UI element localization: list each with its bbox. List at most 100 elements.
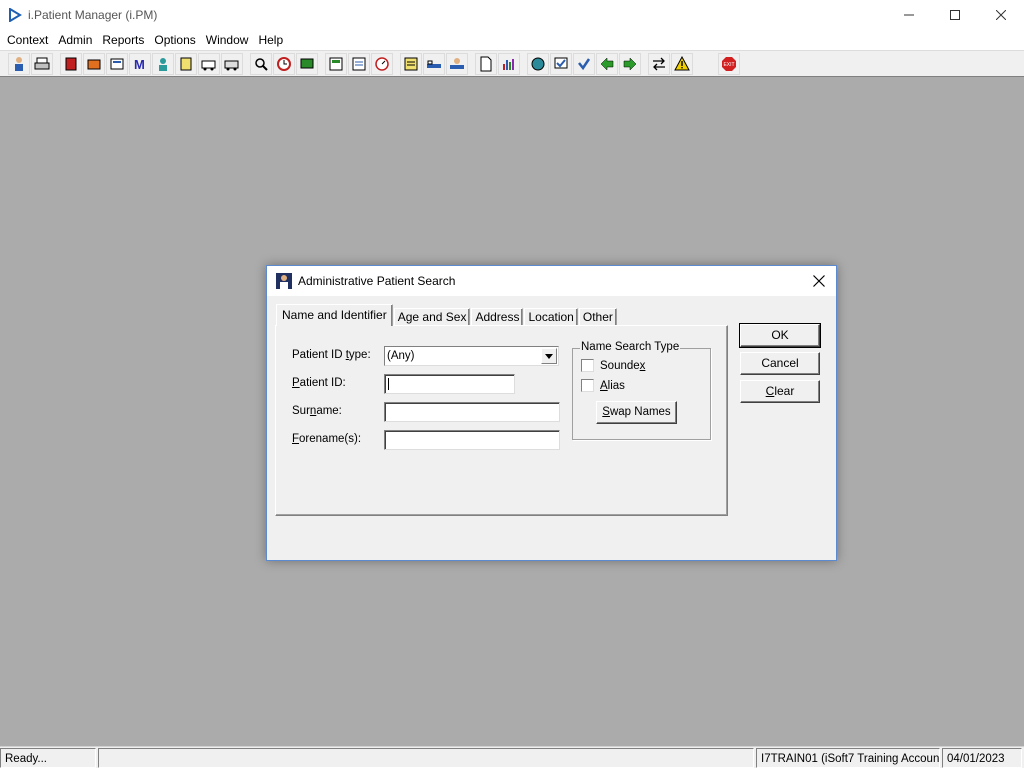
checklist-icon (578, 57, 591, 70)
globe-button[interactable] (527, 52, 549, 75)
check-icon (554, 57, 568, 68)
menu-context[interactable]: Context (2, 30, 53, 50)
name-search-type-legend: Name Search Type (580, 341, 681, 353)
dial-icon (375, 56, 389, 71)
search-tabs: Name and Identifier Age and Sex Address … (276, 304, 618, 326)
register-button[interactable] (106, 52, 128, 75)
person-icon (159, 57, 167, 71)
patient-id-input[interactable] (384, 374, 515, 394)
green-arrows-button[interactable] (596, 52, 618, 75)
menu-admin[interactable]: Admin (53, 30, 97, 50)
main-toolbar: M EXIT (0, 50, 1024, 77)
bed-button[interactable] (423, 52, 445, 75)
name-identifier-panel: Patient ID type: (Any) Patient ID: Surna… (275, 325, 728, 516)
warning-button[interactable] (671, 52, 693, 75)
menu-reports[interactable]: Reports (97, 30, 149, 50)
app-titlebar: i.Patient Manager (i.PM) (0, 0, 1024, 30)
text-cursor (388, 378, 389, 390)
ambulance-button[interactable] (198, 52, 220, 75)
print-button[interactable] (31, 52, 53, 75)
forenames-label: Forename(s): (292, 433, 362, 445)
search-record-icon (255, 57, 268, 71)
bar-chart-button[interactable] (498, 52, 520, 75)
notes-button[interactable] (175, 52, 197, 75)
menu-options[interactable]: Options (149, 30, 200, 50)
surname-input[interactable] (384, 402, 560, 422)
tab-name-and-identifier[interactable]: Name and Identifier (276, 304, 393, 326)
green-arrows-icon (600, 56, 614, 71)
menu-window[interactable]: Window (201, 30, 254, 50)
transfer-icon (224, 60, 239, 70)
tab-other[interactable]: Other (578, 308, 617, 326)
tab-address[interactable]: Address (471, 308, 524, 326)
alias-label: Alias (600, 379, 625, 392)
patient-id-label: Patient ID: (292, 377, 346, 389)
minimize-icon (904, 14, 914, 16)
printer-icon (34, 57, 50, 69)
document-button[interactable] (475, 52, 497, 75)
patient-icon (15, 56, 23, 71)
patient-button[interactable] (8, 52, 30, 75)
clock-icon (277, 56, 291, 71)
soundex-label: Soundex (600, 359, 646, 372)
tab-location[interactable]: Location (524, 308, 578, 326)
dialog-close-button[interactable] (808, 270, 830, 292)
exit-button[interactable]: EXIT (718, 52, 740, 75)
maximize-icon (950, 10, 960, 20)
bed-icon (427, 60, 441, 68)
dropdown-button[interactable] (541, 348, 557, 364)
soundex-checkbox[interactable]: Soundex (581, 359, 645, 372)
ok-button[interactable]: OK (739, 323, 821, 348)
transfer-button[interactable] (221, 52, 243, 75)
surname-label: Surname: (292, 405, 342, 417)
register-icon (110, 58, 124, 69)
m-button[interactable]: M (129, 52, 151, 75)
dialog-titlebar: Administrative Patient Search (267, 266, 836, 296)
patient-id-type-select[interactable]: (Any) (384, 346, 559, 366)
book-icon (65, 57, 77, 70)
menu-help[interactable]: Help (253, 30, 288, 50)
screen-button[interactable] (296, 52, 318, 75)
refresh-button[interactable] (619, 52, 641, 75)
cancel-button[interactable]: Cancel (740, 352, 820, 375)
close-window-button[interactable] (978, 0, 1024, 30)
chart-button[interactable] (325, 52, 347, 75)
patient-id-type-value: (Any) (387, 350, 415, 362)
m-icon: M (134, 57, 145, 72)
swap-arrows-icon (653, 57, 665, 70)
check-button[interactable] (550, 52, 572, 75)
ward-button[interactable] (446, 52, 468, 75)
exit-icon: EXIT (722, 56, 736, 71)
clock-button[interactable] (273, 52, 295, 75)
folder-button[interactable] (83, 52, 105, 75)
exit-label: EXIT (723, 62, 734, 68)
document-icon (480, 56, 492, 71)
status-message: Ready... (0, 747, 96, 768)
form-button[interactable] (348, 52, 370, 75)
dial-button[interactable] (371, 52, 393, 75)
swap-arrows-button[interactable] (648, 52, 670, 75)
forenames-input[interactable] (384, 430, 560, 450)
chevron-down-icon (545, 353, 553, 359)
soundex-checkbox-box[interactable] (581, 359, 594, 372)
tab-age-and-sex[interactable]: Age and Sex (393, 308, 471, 326)
swap-names-button[interactable]: Swap Names (596, 401, 677, 424)
app-logo-icon (8, 7, 22, 23)
alias-checkbox-box[interactable] (581, 379, 594, 392)
minimize-button[interactable] (886, 0, 932, 30)
search-record-button[interactable] (250, 52, 272, 75)
maximize-button[interactable] (932, 0, 978, 30)
checklist-button[interactable] (573, 52, 595, 75)
alias-checkbox[interactable]: Alias (581, 379, 625, 392)
person-button[interactable] (152, 52, 174, 75)
svg-text:M: M (134, 57, 145, 72)
status-middle-panel (98, 747, 754, 768)
list-button[interactable] (400, 52, 422, 75)
notes-icon (180, 57, 192, 70)
book-button[interactable] (60, 52, 82, 75)
bar-chart-icon (503, 58, 514, 70)
close-icon (813, 275, 825, 287)
clear-button[interactable]: Clear (740, 380, 820, 403)
refresh-icon (623, 56, 637, 71)
close-icon (996, 10, 1006, 20)
